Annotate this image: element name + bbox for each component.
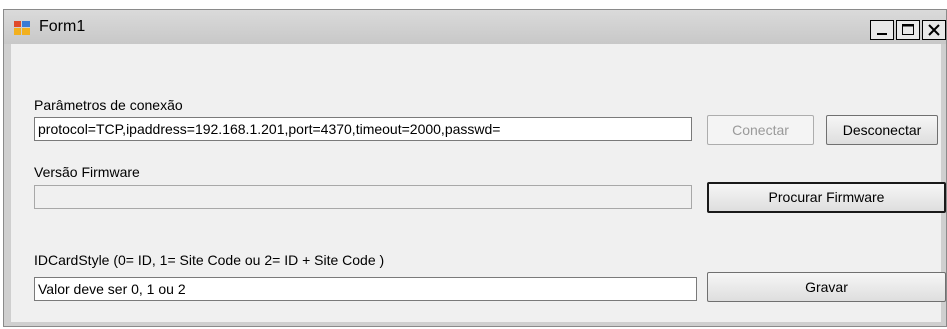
idcardstyle-input[interactable] (34, 277, 697, 301)
disconnect-button[interactable]: Desconectar (826, 115, 938, 145)
search-firmware-button[interactable]: Procurar Firmware (707, 182, 946, 213)
firmware-version-input (34, 185, 692, 209)
app-form-icon (14, 21, 30, 35)
form-client-area: Parâmetros de conexão Conectar Desconect… (11, 44, 946, 322)
maximize-button[interactable] (896, 20, 920, 40)
connection-params-label: Parâmetros de conexão (34, 97, 183, 113)
close-button[interactable] (922, 20, 946, 40)
connection-params-input[interactable] (34, 117, 692, 141)
minimize-button[interactable] (870, 20, 894, 40)
window-title: Form1 (39, 18, 86, 35)
idcardstyle-label: IDCardStyle (0= ID, 1= Site Code ou 2= I… (34, 252, 385, 268)
title-bar[interactable]: Form1 (4, 10, 946, 44)
connect-button[interactable]: Conectar (707, 115, 814, 145)
firmware-version-label: Versão Firmware (34, 164, 140, 180)
close-icon (928, 24, 940, 36)
form1-window: Form1 Parâmetros de conexão Conectar Des… (3, 9, 947, 327)
maximize-icon (902, 24, 914, 35)
save-button[interactable]: Gravar (707, 272, 946, 302)
minimize-icon (877, 33, 887, 35)
